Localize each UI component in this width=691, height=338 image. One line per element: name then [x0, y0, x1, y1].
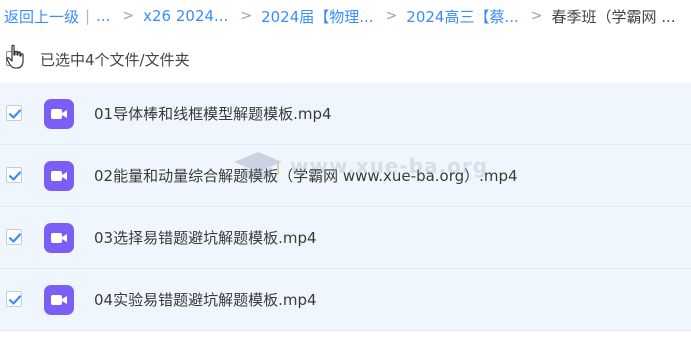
file-name[interactable]: 02能量和动量综合解题模板（学霸网 www.xue-ba.org）.mp4: [94, 165, 518, 186]
chevron-right-icon: >: [385, 8, 398, 24]
chevron-right-icon: >: [240, 8, 253, 24]
breadcrumb-current: 春季班（学霸网 ...: [551, 7, 676, 26]
file-row[interactable]: 03选择易错题避坑解题模板.mp4: [0, 207, 691, 269]
file-name[interactable]: 04实验易错题避坑解题模板.mp4: [94, 289, 317, 310]
back-link[interactable]: 返回上一级: [4, 6, 79, 27]
video-file-icon: [44, 161, 74, 191]
hand-pointer-icon: [6, 44, 26, 70]
breadcrumb-divider: |: [85, 7, 91, 25]
file-list: 01导体棒和线框模型解题模板.mp4 02能量和动量综合解题模板（学霸网 www…: [0, 83, 691, 331]
video-file-icon: [44, 285, 74, 315]
file-name[interactable]: 03选择易错题避坑解题模板.mp4: [94, 227, 317, 248]
video-file-icon: [44, 223, 74, 253]
file-row[interactable]: 02能量和动量综合解题模板（学霸网 www.xue-ba.org）.mp4: [0, 145, 691, 207]
chevron-right-icon: >: [122, 8, 135, 24]
breadcrumb-item-2[interactable]: 2024届【物理...: [261, 6, 373, 27]
breadcrumb-item-3[interactable]: 2024高三【蔡...: [406, 6, 518, 27]
video-file-icon: [44, 99, 74, 129]
file-row[interactable]: 01导体棒和线框模型解题模板.mp4: [0, 83, 691, 145]
breadcrumb-item-1[interactable]: x26 2024...: [143, 7, 228, 25]
row-checkbox[interactable]: [6, 291, 22, 307]
row-checkbox[interactable]: [6, 105, 22, 121]
breadcrumb-ellipsis[interactable]: ...: [96, 7, 110, 25]
breadcrumb: 返回上一级 | ... > x26 2024... > 2024届【物理... …: [4, 4, 691, 28]
row-checkbox[interactable]: [6, 229, 22, 245]
row-checkbox[interactable]: [6, 167, 22, 183]
chevron-right-icon: >: [530, 8, 543, 24]
selection-bar: 已选中4个文件/文件夹: [0, 40, 691, 76]
file-row[interactable]: 04实验易错题避坑解题模板.mp4: [0, 269, 691, 331]
file-name[interactable]: 01导体棒和线框模型解题模板.mp4: [94, 103, 332, 124]
selection-count-text: 已选中4个文件/文件夹: [40, 51, 190, 69]
